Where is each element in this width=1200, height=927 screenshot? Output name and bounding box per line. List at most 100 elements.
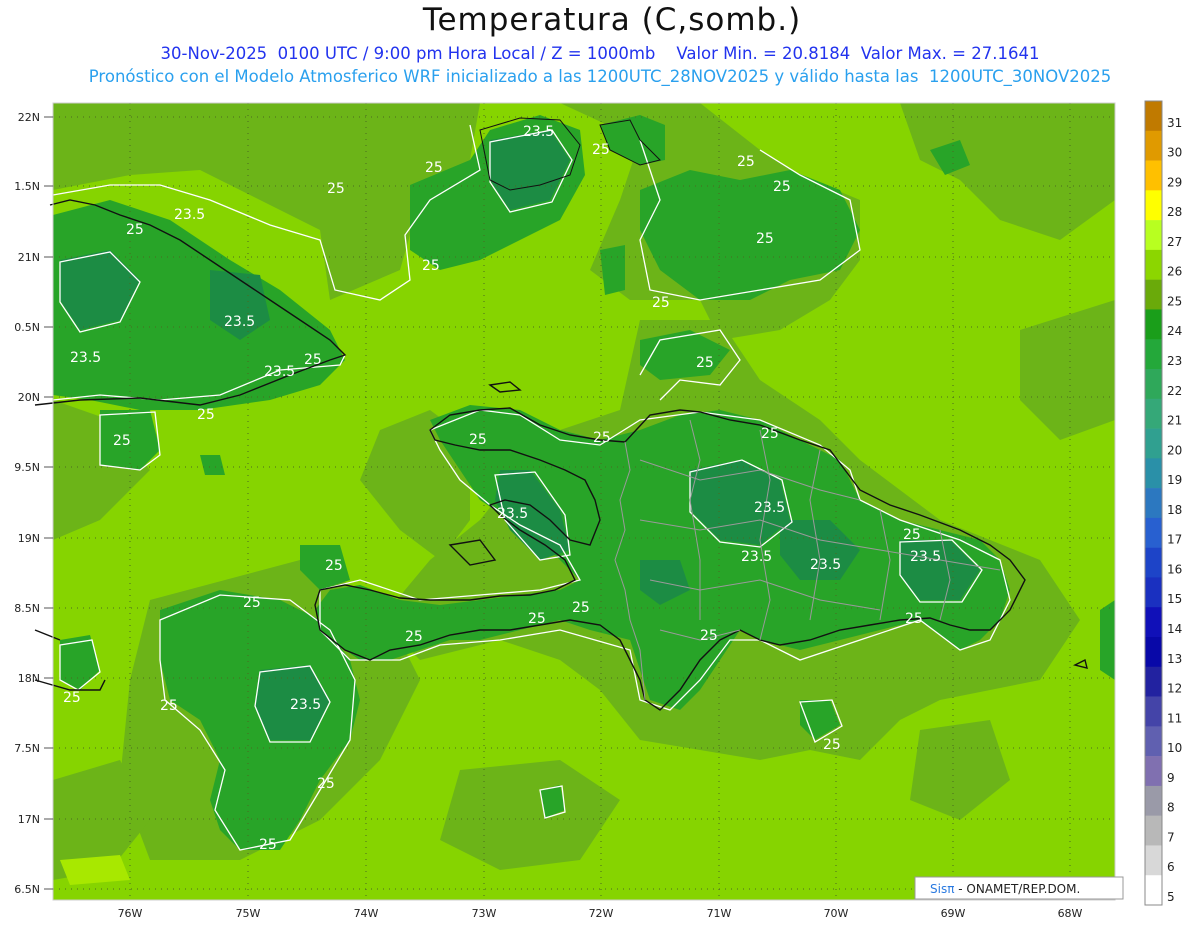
contour-label: 25 [405,629,423,645]
contour-label: 25 [160,698,178,714]
temperature-colorbar [1144,100,1163,906]
contour-label: 25 [259,837,277,853]
contour-label: 23.5 [523,124,554,140]
contour-label: 25 [528,611,546,627]
colorbar-swatch [1145,637,1162,668]
x-tick-label: 72W [589,907,614,920]
colorbar-label: 31 [1167,116,1182,130]
contour-label: 25 [469,432,487,448]
colorbar-swatch [1145,101,1162,132]
colorbar-swatch [1145,815,1162,846]
x-tick-label: 75W [236,907,261,920]
contour-label: 23.5 [741,549,772,565]
contour-label: 25 [737,154,755,170]
y-tick-label: 8.5N [14,602,40,615]
contour-label: 25 [823,737,841,753]
contour-label: 25 [592,142,610,158]
contour-label: 23.5 [497,506,528,522]
contour-label: 25 [756,231,774,247]
colorbar-swatch [1145,339,1162,370]
credit-brand: Sisπ [930,882,954,896]
colorbar-label: 13 [1167,652,1182,666]
contour-label: 25 [63,690,81,706]
colorbar-swatch [1145,249,1162,280]
colorbar-label: 12 [1167,682,1182,696]
colorbar-swatch [1145,756,1162,787]
contour-label: 25 [761,426,779,442]
colorbar-swatch [1145,398,1162,429]
contour-label: 25 [304,352,322,368]
colorbar-label: 19 [1167,473,1182,487]
colorbar-label: 8 [1167,801,1175,815]
contour-label: 23.5 [224,314,255,330]
colorbar-label: 10 [1167,741,1182,755]
colorbar-swatch [1145,785,1162,816]
colorbar-label: 11 [1167,711,1182,725]
colorbar-label: 23 [1167,354,1182,368]
colorbar-label: 21 [1167,414,1182,428]
colorbar-swatch [1145,488,1162,519]
colorbar-labels: 31 30 29 28 27 26 25 24 23 22 21 20 19 18 17 16 15 14 13 12… [1167,116,1182,904]
colorbar-swatch [1145,547,1162,578]
colorbar-swatch [1145,607,1162,638]
colorbar-swatch [1145,309,1162,340]
colorbar-label: 9 [1167,771,1175,785]
colorbar-label: 25 [1167,294,1182,308]
contour-label: 23.5 [174,207,205,223]
colorbar-swatch [1145,160,1162,191]
colorbar-label: 26 [1167,265,1182,279]
y-tick-label: 6.5N [14,883,40,896]
contour-label: 25 [422,258,440,274]
credit-org: - ONAMET/REP.DOM. [954,882,1080,896]
contour-label: 23.5 [264,364,295,380]
temperature-band-26 [60,855,130,885]
y-tick-label: 9.5N [14,461,40,474]
colorbar-label: 18 [1167,503,1182,517]
colorbar-label: 22 [1167,384,1182,398]
contour-label: 25 [652,295,670,311]
y-ticks [44,116,53,890]
x-tick-label: 69W [941,907,966,920]
weather-map: 23.5 25 25 25 25 25 25 25 23.5 25 23.5 2… [14,100,1182,920]
y-tick-label: 22N [18,111,40,124]
credit-line: Sisπ - ONAMET/REP.DOM. [930,882,1080,896]
longitude-axis: 76W 75W 74W 73W 72W 71W 70W 69W 68W [118,907,1083,920]
colorbar-label: 16 [1167,562,1182,576]
contour-label: 25 [327,181,345,197]
contour-label: 25 [905,611,923,627]
y-tick-label: 20N [18,391,40,404]
colorbar-label: 7 [1167,830,1175,844]
y-tick-label: 7.5N [14,742,40,755]
colorbar-label: 6 [1167,860,1175,874]
colorbar-swatch [1145,845,1162,876]
contour-label: 25 [325,558,343,574]
colorbar-swatch [1145,875,1162,906]
colorbar-label: 28 [1167,205,1182,219]
colorbar-swatch [1145,130,1162,161]
colorbar-swatch [1145,517,1162,548]
y-tick-label: 21N [18,251,40,264]
colorbar-swatch [1145,696,1162,727]
contour-label: 25 [572,600,590,616]
x-tick-label: 76W [118,907,143,920]
x-tick-label: 74W [354,907,379,920]
colorbar-swatch [1145,220,1162,251]
colorbar-swatch [1145,458,1162,489]
colorbar-label: 30 [1167,146,1182,160]
contour-label: 25 [425,160,443,176]
colorbar-label: 15 [1167,592,1182,606]
colorbar-label: 20 [1167,443,1182,457]
contour-label: 25 [243,595,261,611]
colorbar-label: 17 [1167,533,1182,547]
contour-label: 23.5 [70,350,101,366]
colorbar-swatch [1145,577,1162,608]
y-tick-label: 0.5N [14,321,40,334]
colorbar-swatch [1145,428,1162,459]
contour-label: 25 [113,433,131,449]
contour-label: 23.5 [290,697,321,713]
contour-label: 25 [317,776,335,792]
x-tick-label: 71W [707,907,732,920]
colorbar-label: 24 [1167,324,1182,338]
contour-label: 25 [700,628,718,644]
y-tick-label: 18N [18,672,40,685]
